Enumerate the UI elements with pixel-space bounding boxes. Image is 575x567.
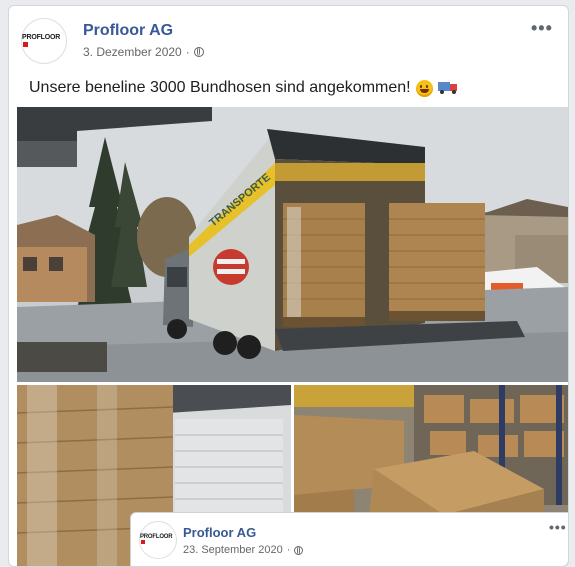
post-date[interactable]: 3. Dezember 2020 <box>83 45 182 59</box>
shared-more-options-icon[interactable]: ••• <box>549 519 567 535</box>
post-text: Unsere beneline 3000 Bundhosen sind ange… <box>29 79 411 96</box>
profloor-logo: PROFLOOR <box>22 34 66 48</box>
shared-profile-avatar[interactable]: PROFLOOR <box>139 521 177 559</box>
shared-globe-icon[interactable] <box>294 545 304 555</box>
shared-post-date-row: 23. September 2020 · <box>183 544 304 556</box>
shared-author-name[interactable]: Profloor AG <box>183 525 256 540</box>
shared-profloor-logo: PROFLOOR <box>140 534 176 546</box>
truck-emoji-icon <box>437 82 458 94</box>
shared-post-date[interactable]: 23. September 2020 <box>183 544 283 556</box>
author-name[interactable]: Profloor AG <box>83 22 173 40</box>
globe-icon[interactable] <box>193 47 204 57</box>
main-photo[interactable]: bookfactory TRANSPORTE <box>17 107 568 382</box>
profile-avatar[interactable]: PROFLOOR <box>21 18 67 64</box>
post-card: PROFLOOR Profloor AG 3. Dezember 2020 · … <box>8 5 569 567</box>
smile-emoji-icon <box>415 79 433 97</box>
truck-photo-illustration: bookfactory TRANSPORTE <box>17 107 568 382</box>
post-date-row: 3. Dezember 2020 · <box>83 45 204 59</box>
shared-post-card[interactable]: PROFLOOR Profloor AG 23. September 2020 … <box>130 512 568 566</box>
more-options-icon[interactable]: ••• <box>531 18 553 39</box>
post-text-row: Unsere beneline 3000 Bundhosen sind ange… <box>29 79 458 97</box>
